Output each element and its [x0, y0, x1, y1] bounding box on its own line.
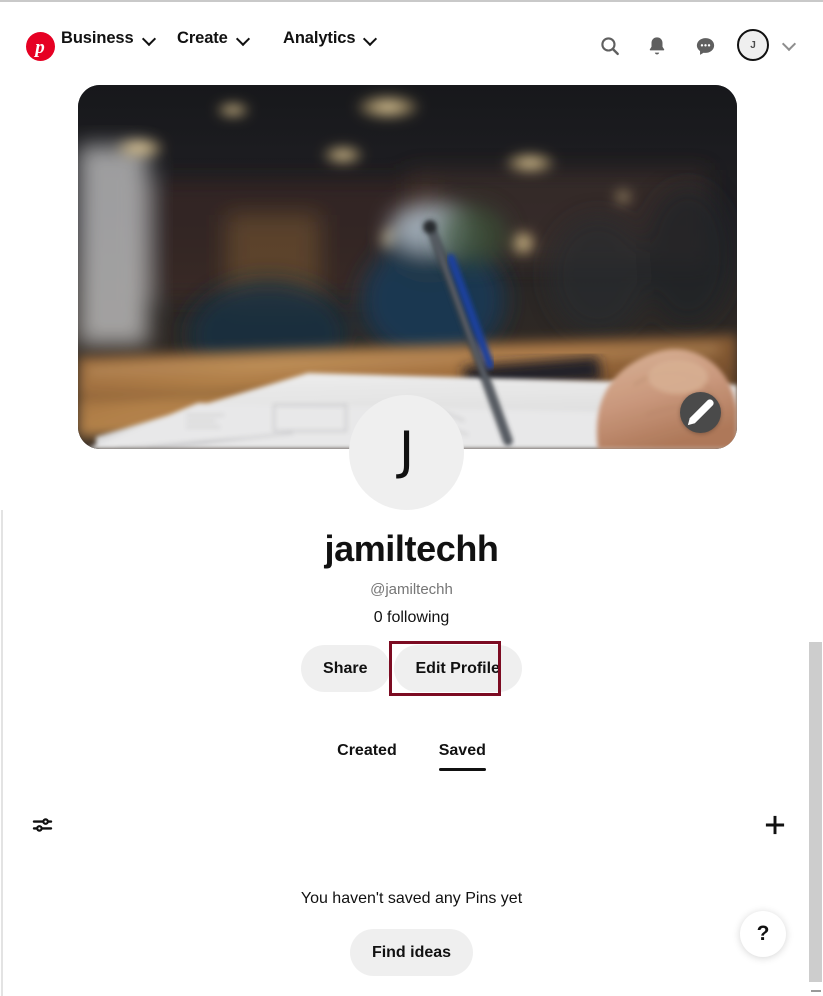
- nav-item-analytics[interactable]: Analytics: [283, 29, 377, 48]
- pinterest-logo-glyph: p: [35, 36, 45, 58]
- edit-profile-button[interactable]: Edit Profile: [393, 645, 522, 692]
- edit-cover-button[interactable]: [680, 392, 721, 433]
- nav-item-analytics-label: Analytics: [283, 29, 356, 47]
- profile-tabs: Created Saved: [0, 742, 823, 771]
- chevron-down-icon: [143, 32, 156, 45]
- avatar[interactable]: J: [737, 29, 769, 61]
- plus-icon[interactable]: [760, 810, 790, 840]
- profile-avatar[interactable]: J: [349, 395, 464, 510]
- share-button[interactable]: Share: [301, 645, 390, 692]
- tab-saved[interactable]: Saved: [438, 742, 487, 771]
- top-navigation-bar: p Business Create Analytics J: [0, 2, 823, 82]
- profile-action-row: Share Edit Profile: [0, 645, 823, 692]
- nav-item-create-label: Create: [177, 29, 228, 47]
- find-ideas-button[interactable]: Find ideas: [349, 929, 474, 976]
- messages-icon[interactable]: [689, 30, 721, 62]
- chevron-down-icon: [237, 32, 250, 45]
- chevron-down-icon: [364, 32, 377, 45]
- tab-created[interactable]: Created: [337, 742, 397, 771]
- avatar-initial: J: [750, 39, 756, 51]
- account-menu-chevron-down-icon[interactable]: [783, 37, 796, 50]
- profile-display-name: jamiltechh: [324, 528, 499, 569]
- search-icon[interactable]: [594, 30, 626, 62]
- vertical-scrollbar-thumb[interactable]: [809, 642, 822, 982]
- bell-icon[interactable]: [641, 30, 673, 62]
- pinterest-profile-page: p Business Create Analytics J J jamiltec…: [0, 0, 823, 996]
- profile-handle: @jamiltechh: [370, 581, 453, 598]
- sliders-filter-icon[interactable]: [28, 810, 58, 840]
- nav-item-create[interactable]: Create: [177, 29, 250, 48]
- nav-item-business[interactable]: Business: [61, 29, 156, 48]
- profile-avatar-initial: J: [398, 420, 415, 481]
- help-button[interactable]: ?: [740, 911, 786, 957]
- nav-item-business-label: Business: [61, 29, 134, 47]
- chevron-down-icon: [783, 37, 796, 50]
- scrollbar-down-arrow[interactable]: [811, 990, 821, 992]
- pinterest-logo-icon[interactable]: p: [24, 30, 56, 62]
- pencil-icon: [687, 399, 714, 426]
- empty-state-message: You haven't saved any Pins yet: [300, 890, 523, 907]
- help-icon: ?: [756, 921, 770, 945]
- vertical-scrollbar-track[interactable]: [808, 2, 823, 996]
- profile-following-count: 0 following: [373, 609, 450, 626]
- empty-state-cta-wrap: Find ideas: [0, 929, 823, 976]
